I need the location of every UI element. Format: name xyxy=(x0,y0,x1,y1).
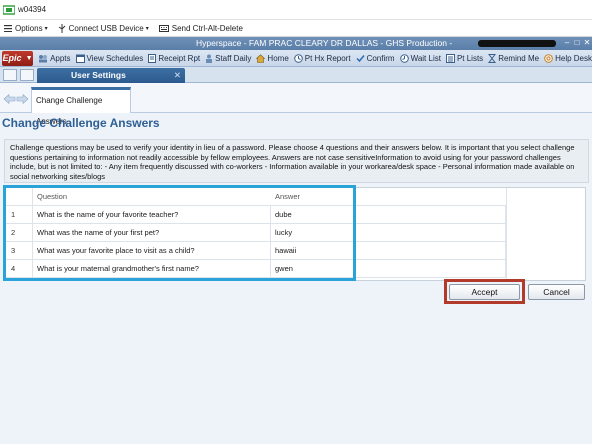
wait-list-button[interactable]: Wait List xyxy=(399,53,441,63)
keyboard-icon xyxy=(158,24,169,32)
minimize-icon[interactable]: – xyxy=(562,38,572,48)
home-icon xyxy=(256,53,266,63)
answer-cell[interactable]: gwen xyxy=(271,260,506,278)
staff-daily-button[interactable]: Staff Daily xyxy=(205,54,251,63)
answer-column-header: Answer xyxy=(275,192,301,201)
table-row[interactable]: 4 What is your maternal grandmother's fi… xyxy=(5,260,506,278)
question-column-header: Question xyxy=(37,192,68,201)
view-schedules-button[interactable]: View Schedules xyxy=(75,54,143,63)
question-cell[interactable]: What was the name of your first pet? xyxy=(33,224,271,242)
question-cell[interactable]: What is your maternal grandmother's firs… xyxy=(33,260,271,278)
chevron-down-icon: ▼ xyxy=(25,54,33,62)
hyperspace-titlebar: Hyperspace - FAM PRAC CLEARY DR DALLAS -… xyxy=(0,37,592,50)
pt-lists-button[interactable]: Pt Lists xyxy=(445,53,483,63)
row-number: 4 xyxy=(5,260,33,278)
maximize-icon[interactable]: □ xyxy=(572,38,582,48)
receipt-icon xyxy=(148,53,157,63)
back-forward-arrows-icon[interactable] xyxy=(3,92,29,106)
calendar-icon[interactable] xyxy=(20,69,34,81)
table-empty-column xyxy=(506,188,586,280)
staff-icon xyxy=(206,54,213,63)
history-icon xyxy=(293,53,303,63)
table-row[interactable]: 1 What is the name of your favorite teac… xyxy=(5,206,506,224)
help-desk-button[interactable]: Help Desk xyxy=(544,54,592,63)
activity-tab-strip: User Settings ✕ xyxy=(0,67,592,83)
menu-icon xyxy=(4,24,12,32)
usb-icon xyxy=(58,23,65,33)
reminder-icon xyxy=(488,53,497,63)
workspace-icon[interactable] xyxy=(3,69,17,81)
appts-button[interactable]: Appts xyxy=(38,54,71,63)
row-number-header xyxy=(5,188,33,206)
redacted-username xyxy=(478,40,556,47)
epic-menu-button[interactable]: Epic ▼ xyxy=(2,50,34,66)
row-number: 3 xyxy=(5,242,33,260)
send-ctrl-alt-delete-button[interactable]: Send Ctrl-Alt-Delete xyxy=(158,24,243,33)
home-button[interactable]: Home xyxy=(256,53,289,63)
close-window-icon[interactable]: ✕ xyxy=(582,38,592,48)
options-menu[interactable]: Options ▾ xyxy=(4,24,48,33)
close-tab-icon[interactable]: ✕ xyxy=(174,68,181,82)
nav-tab-change-challenge-answers[interactable]: Change Challenge Answers xyxy=(31,87,131,126)
remote-session-title: w04394 xyxy=(18,5,47,14)
remote-toolbar: Options ▾ Connect USB Device ▾ Send Ctrl-A… xyxy=(0,20,592,37)
tab-user-settings[interactable]: User Settings ✕ xyxy=(37,68,185,83)
table-row[interactable]: 2 What was the name of your first pet? l… xyxy=(5,224,506,242)
table-row[interactable]: 3 What was your favorite place to visit … xyxy=(5,242,506,260)
question-cell[interactable]: What was your favorite place to visit as… xyxy=(33,242,271,260)
answer-cell[interactable]: hawaii xyxy=(271,242,506,260)
appointments-icon xyxy=(39,54,48,62)
instructions-text: Challenge questions may be used to verif… xyxy=(4,139,589,183)
patient-list-icon xyxy=(445,53,455,63)
receipt-rpt-button[interactable]: Receipt Rpt xyxy=(148,53,200,63)
waitlist-icon xyxy=(399,53,409,63)
navigation-row: Change Challenge Answers xyxy=(0,83,592,126)
answer-cell[interactable]: lucky xyxy=(271,224,506,242)
hyperspace-title: Hyperspace - FAM PRAC CLEARY DR DALLAS -… xyxy=(196,38,453,48)
table-header: Question Answer xyxy=(5,188,506,206)
citrix-logo-icon xyxy=(3,4,15,15)
remote-session-titlebar: w04394 xyxy=(0,0,592,20)
accept-button[interactable]: Accept xyxy=(449,284,520,300)
confirm-button[interactable]: Confirm xyxy=(356,54,395,63)
pt-hx-report-button[interactable]: Pt Hx Report xyxy=(293,53,351,63)
connect-usb-button[interactable]: Connect USB Device ▾ xyxy=(58,23,149,33)
challenge-questions-table: Question Answer 1 What is the name of yo… xyxy=(4,187,586,281)
answer-cell[interactable]: dube xyxy=(271,206,506,224)
cancel-button[interactable]: Cancel xyxy=(528,284,585,300)
confirm-icon xyxy=(356,54,365,62)
page-title: Change Challenge Answers xyxy=(2,116,160,130)
row-number: 1 xyxy=(5,206,33,224)
row-number: 2 xyxy=(5,224,33,242)
remind-me-button[interactable]: Remind Me xyxy=(488,53,539,63)
schedule-icon xyxy=(75,54,85,63)
epic-toolbar: Epic ▼ Appts View Schedules Receipt Rpt S… xyxy=(0,50,592,67)
question-cell[interactable]: What is the name of your favorite teache… xyxy=(33,206,271,224)
help-icon xyxy=(544,53,553,63)
